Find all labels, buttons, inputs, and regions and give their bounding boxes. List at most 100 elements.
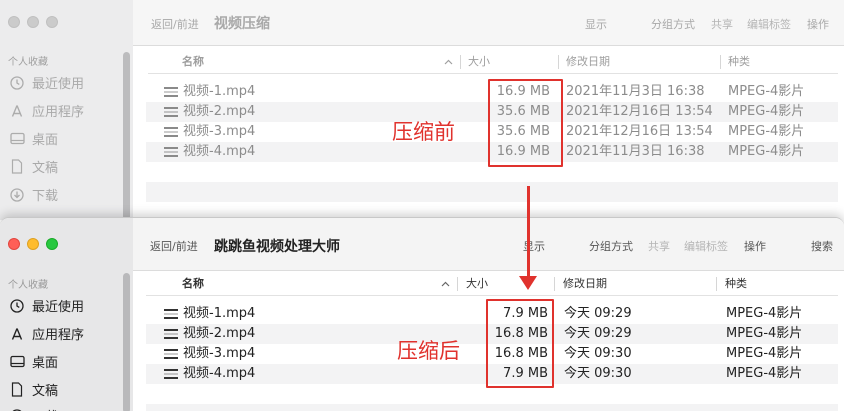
- group-by-button[interactable]: 分组方式: [589, 238, 633, 254]
- column-name[interactable]: 名称: [182, 272, 204, 296]
- sidebar-item-recents[interactable]: 最近使用: [9, 296, 84, 315]
- header-divider: [148, 73, 838, 74]
- file-date: 今天 09:30: [564, 346, 632, 361]
- clock-icon: [9, 75, 25, 91]
- sidebar: 个人收藏 最近使用 应用程序 桌面 文稿: [0, 218, 133, 411]
- video-file-icon: [164, 328, 178, 340]
- file-date: 今天 09:29: [564, 326, 632, 341]
- column-divider[interactable]: [716, 277, 717, 291]
- sidebar-item-label: 应用程序: [32, 105, 85, 120]
- file-name: 视频-1.mp4: [183, 306, 256, 321]
- video-file-icon: [164, 348, 178, 360]
- toolbar: 返回/前进 跳跳鱼视频处理大师 显示 分组方式 共享 编辑标签 操作 搜索: [133, 218, 844, 271]
- empty-row-band: [146, 182, 838, 202]
- sidebar-item-label: 最近使用: [32, 300, 85, 315]
- download-icon: [9, 187, 25, 203]
- column-kind[interactable]: 种类: [728, 50, 750, 74]
- window-title: 跳跳鱼视频处理大师: [214, 239, 340, 255]
- minimize-window-button[interactable]: [27, 16, 39, 28]
- sidebar-section-favorites: 个人收藏: [8, 280, 48, 291]
- arrow-shaft: [527, 186, 530, 280]
- file-kind: MPEG-4影片: [726, 306, 803, 321]
- file-date: 2021年11月3日 16:38: [566, 144, 705, 159]
- video-file-icon: [164, 106, 178, 118]
- sidebar-item-desktop[interactable]: 桌面: [9, 129, 58, 148]
- column-divider[interactable]: [457, 277, 458, 291]
- window-controls: [8, 16, 58, 28]
- sidebar-scrollbar[interactable]: [123, 273, 130, 411]
- download-icon: [9, 408, 25, 411]
- sidebar-section-favorites: 个人收藏: [8, 57, 48, 68]
- column-divider[interactable]: [558, 55, 559, 69]
- window-controls: [8, 238, 58, 250]
- column-date[interactable]: 修改日期: [566, 50, 610, 74]
- clock-icon: [9, 298, 25, 314]
- sidebar-item-label: 应用程序: [32, 328, 85, 343]
- sort-chevron-icon[interactable]: [444, 50, 453, 74]
- view-button[interactable]: 显示: [585, 16, 607, 32]
- file-name: 视频-2.mp4: [183, 104, 256, 119]
- desktop-icon: [9, 131, 25, 147]
- file-date: 2021年12月16日 13:54: [566, 104, 713, 119]
- sidebar-item-label: 桌面: [32, 356, 59, 371]
- empty-row-band: [146, 404, 838, 411]
- column-divider[interactable]: [460, 55, 461, 69]
- annotation-before: 压缩前: [392, 120, 455, 144]
- file-kind: MPEG-4影片: [728, 144, 805, 159]
- column-kind[interactable]: 种类: [725, 272, 747, 296]
- sidebar-item-desktop[interactable]: 桌面: [9, 352, 58, 371]
- minimize-window-button[interactable]: [27, 238, 39, 250]
- action-button[interactable]: 操作: [744, 238, 766, 254]
- file-name: 视频-2.mp4: [183, 326, 256, 341]
- file-kind: MPEG-4影片: [726, 346, 803, 361]
- sidebar-item-applications[interactable]: 应用程序: [9, 324, 84, 343]
- column-size[interactable]: 大小: [466, 272, 488, 296]
- column-header: 名称 大小 修改日期 种类: [146, 272, 838, 296]
- sort-chevron-icon[interactable]: [441, 272, 450, 296]
- sidebar-item-label: 最近使用: [32, 77, 85, 92]
- column-divider[interactable]: [554, 277, 555, 291]
- document-icon: [9, 159, 25, 175]
- close-window-button[interactable]: [8, 238, 20, 250]
- video-file-icon: [164, 368, 178, 380]
- size-highlight-box-after: [486, 299, 554, 388]
- document-icon: [9, 382, 25, 398]
- column-name[interactable]: 名称: [182, 50, 204, 74]
- column-size[interactable]: 大小: [468, 50, 490, 74]
- desktop-icon: [9, 354, 25, 370]
- file-kind: MPEG-4影片: [728, 124, 805, 139]
- video-file-icon: [164, 308, 178, 320]
- share-button[interactable]: 共享: [648, 238, 670, 254]
- share-button[interactable]: 共享: [711, 16, 733, 32]
- sidebar-item-documents[interactable]: 文稿: [9, 380, 58, 399]
- action-button[interactable]: 操作: [807, 16, 829, 32]
- file-date: 今天 09:30: [564, 366, 632, 381]
- sidebar-item-downloads[interactable]: 下载: [9, 406, 58, 411]
- group-by-button[interactable]: 分组方式: [651, 16, 695, 32]
- zoom-window-button[interactable]: [46, 16, 58, 28]
- file-kind: MPEG-4影片: [726, 366, 803, 381]
- column-header: 名称 大小 修改日期 种类: [148, 50, 838, 74]
- sidebar-scrollbar[interactable]: [123, 52, 130, 220]
- sidebar-item-documents[interactable]: 文稿: [9, 157, 58, 176]
- zoom-window-button[interactable]: [46, 238, 58, 250]
- sidebar-item-downloads[interactable]: 下载: [9, 185, 58, 204]
- edit-tags-button[interactable]: 编辑标签: [684, 238, 728, 254]
- file-kind: MPEG-4影片: [726, 326, 803, 341]
- file-kind: MPEG-4影片: [728, 84, 805, 99]
- back-forward-button[interactable]: 返回/前进: [150, 238, 198, 254]
- arrow-down-icon: [519, 276, 537, 290]
- close-window-button[interactable]: [8, 16, 20, 28]
- column-date[interactable]: 修改日期: [563, 272, 607, 296]
- sidebar-item-applications[interactable]: 应用程序: [9, 101, 84, 120]
- back-forward-button[interactable]: 返回/前进: [151, 16, 199, 32]
- file-name: 视频-4.mp4: [183, 366, 256, 381]
- column-divider[interactable]: [720, 55, 721, 69]
- search-button[interactable]: 搜索: [811, 238, 833, 254]
- sidebar-item-recents[interactable]: 最近使用: [9, 73, 84, 92]
- sidebar-item-label: 下载: [32, 189, 59, 204]
- applications-icon: [9, 326, 25, 342]
- video-file-icon: [164, 126, 178, 138]
- sidebar: 个人收藏 最近使用 应用程序 桌面 文稿: [0, 0, 133, 220]
- edit-tags-button[interactable]: 编辑标签: [747, 16, 791, 32]
